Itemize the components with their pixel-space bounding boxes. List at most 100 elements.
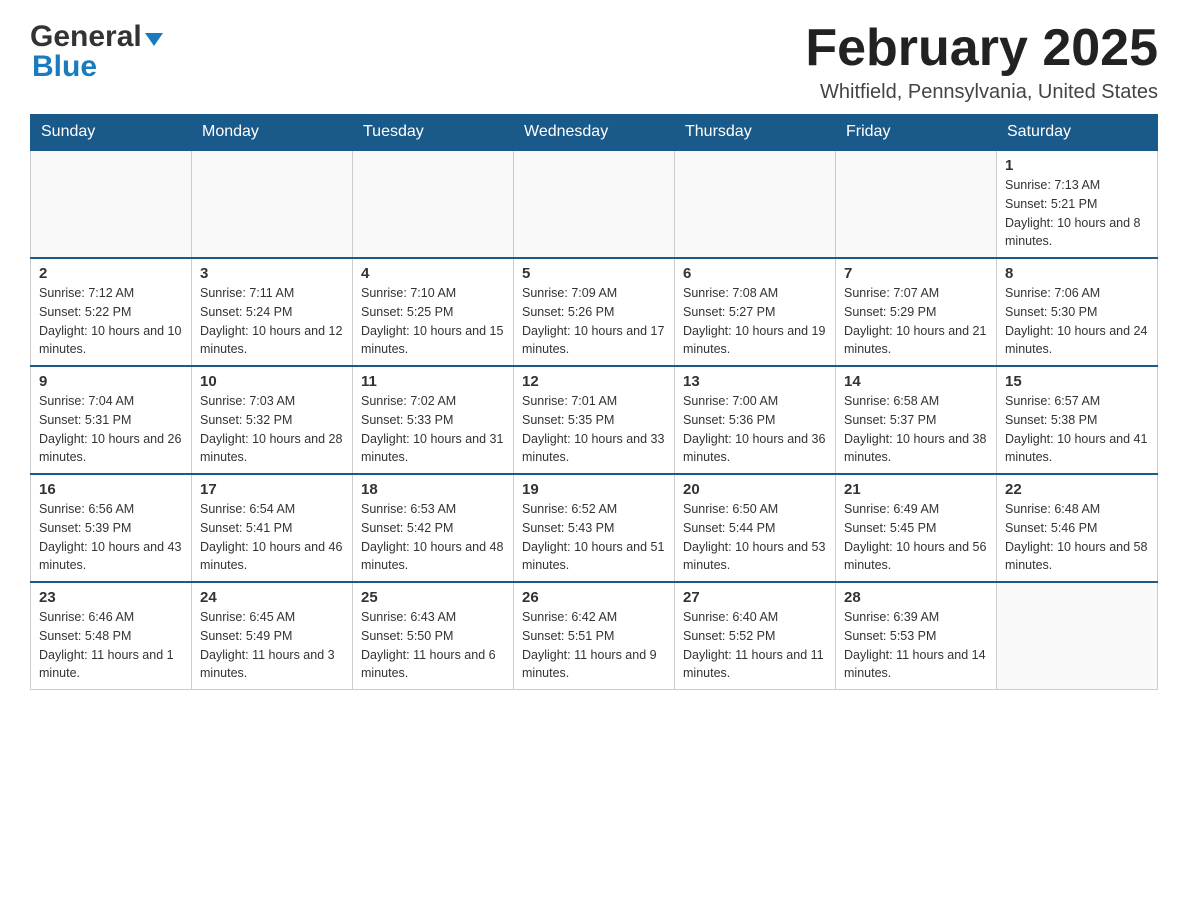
day-number: 26 bbox=[522, 589, 666, 606]
day-number: 19 bbox=[522, 481, 666, 498]
day-number: 10 bbox=[200, 373, 344, 390]
day-number: 9 bbox=[39, 373, 183, 390]
day-info: Sunrise: 6:42 AMSunset: 5:51 PMDaylight:… bbox=[522, 608, 666, 683]
day-info: Sunrise: 7:07 AMSunset: 5:29 PMDaylight:… bbox=[844, 284, 988, 359]
day-number: 24 bbox=[200, 589, 344, 606]
day-info: Sunrise: 6:48 AMSunset: 5:46 PMDaylight:… bbox=[1005, 500, 1149, 575]
calendar-cell bbox=[836, 150, 997, 258]
location: Whitfield, Pennsylvania, United States bbox=[805, 81, 1158, 104]
day-number: 3 bbox=[200, 265, 344, 282]
calendar-cell: 1 Sunrise: 7:13 AMSunset: 5:21 PMDaylight… bbox=[997, 150, 1158, 258]
calendar-cell: 24 Sunrise: 6:45 AMSunset: 5:49 PMDayligh… bbox=[192, 582, 353, 690]
calendar-cell: 11 Sunrise: 7:02 AMSunset: 5:33 PMDayligh… bbox=[353, 366, 514, 474]
calendar-cell: 10 Sunrise: 7:03 AMSunset: 5:32 PMDayligh… bbox=[192, 366, 353, 474]
calendar-cell: 17 Sunrise: 6:54 AMSunset: 5:41 PMDayligh… bbox=[192, 474, 353, 582]
calendar-cell: 19Sunrise: 6:52 AMSunset: 5:43 PMDayligh… bbox=[514, 474, 675, 582]
logo-triangle-icon bbox=[145, 33, 163, 46]
day-info: Sunrise: 7:03 AMSunset: 5:32 PMDaylight:… bbox=[200, 392, 344, 467]
day-info: Sunrise: 6:57 AMSunset: 5:38 PMDaylight:… bbox=[1005, 392, 1149, 467]
day-info: Sunrise: 6:56 AMSunset: 5:39 PMDaylight:… bbox=[39, 500, 183, 575]
day-number: 16 bbox=[39, 481, 183, 498]
day-info: Sunrise: 6:50 AMSunset: 5:44 PMDaylight:… bbox=[683, 500, 827, 575]
calendar-week-5: 23 Sunrise: 6:46 AMSunset: 5:48 PMDayligh… bbox=[31, 582, 1158, 690]
day-info: Sunrise: 7:06 AMSunset: 5:30 PMDaylight:… bbox=[1005, 284, 1149, 359]
day-info: Sunrise: 6:53 AMSunset: 5:42 PMDaylight:… bbox=[361, 500, 505, 575]
calendar-cell: 3Sunrise: 7:11 AMSunset: 5:24 PMDaylight… bbox=[192, 258, 353, 366]
weekday-header-sunday: Sunday bbox=[31, 115, 192, 151]
day-number: 7 bbox=[844, 265, 988, 282]
day-number: 25 bbox=[361, 589, 505, 606]
weekday-header-saturday: Saturday bbox=[997, 115, 1158, 151]
month-title: February 2025 bbox=[805, 20, 1158, 77]
calendar-cell: 14 Sunrise: 6:58 AMSunset: 5:37 PMDayligh… bbox=[836, 366, 997, 474]
calendar-cell: 12 Sunrise: 7:01 AMSunset: 5:35 PMDayligh… bbox=[514, 366, 675, 474]
day-number: 14 bbox=[844, 373, 988, 390]
logo-blue-text: Blue bbox=[30, 50, 97, 84]
day-info: Sunrise: 6:46 AMSunset: 5:48 PMDaylight:… bbox=[39, 608, 183, 683]
calendar-cell bbox=[353, 150, 514, 258]
calendar-cell: 6 Sunrise: 7:08 AMSunset: 5:27 PMDaylight… bbox=[675, 258, 836, 366]
day-number: 21 bbox=[844, 481, 988, 498]
day-info: Sunrise: 7:00 AMSunset: 5:36 PMDaylight:… bbox=[683, 392, 827, 467]
day-info: Sunrise: 7:12 AMSunset: 5:22 PMDaylight:… bbox=[39, 284, 183, 359]
calendar-cell: 28 Sunrise: 6:39 AMSunset: 5:53 PMDayligh… bbox=[836, 582, 997, 690]
day-number: 12 bbox=[522, 373, 666, 390]
calendar-cell: 20Sunrise: 6:50 AMSunset: 5:44 PMDayligh… bbox=[675, 474, 836, 582]
calendar-cell: 2 Sunrise: 7:12 AMSunset: 5:22 PMDaylight… bbox=[31, 258, 192, 366]
day-number: 13 bbox=[683, 373, 827, 390]
calendar-cell: 13 Sunrise: 7:00 AMSunset: 5:36 PMDayligh… bbox=[675, 366, 836, 474]
calendar-cell bbox=[997, 582, 1158, 690]
day-info: Sunrise: 6:49 AMSunset: 5:45 PMDaylight:… bbox=[844, 500, 988, 575]
day-info: Sunrise: 6:40 AMSunset: 5:52 PMDaylight:… bbox=[683, 608, 827, 683]
day-number: 4 bbox=[361, 265, 505, 282]
title-section: February 2025 Whitfield, Pennsylvania, U… bbox=[805, 20, 1158, 104]
day-number: 6 bbox=[683, 265, 827, 282]
calendar-week-2: 2 Sunrise: 7:12 AMSunset: 5:22 PMDaylight… bbox=[31, 258, 1158, 366]
weekday-header-tuesday: Tuesday bbox=[353, 115, 514, 151]
day-number: 23 bbox=[39, 589, 183, 606]
calendar-cell: 27 Sunrise: 6:40 AMSunset: 5:52 PMDayligh… bbox=[675, 582, 836, 690]
day-number: 8 bbox=[1005, 265, 1149, 282]
calendar-cell: 15Sunrise: 6:57 AMSunset: 5:38 PMDayligh… bbox=[997, 366, 1158, 474]
calendar-cell: 21 Sunrise: 6:49 AMSunset: 5:45 PMDayligh… bbox=[836, 474, 997, 582]
calendar-cell: 8 Sunrise: 7:06 AMSunset: 5:30 PMDaylight… bbox=[997, 258, 1158, 366]
calendar-week-1: 1 Sunrise: 7:13 AMSunset: 5:21 PMDaylight… bbox=[31, 150, 1158, 258]
day-info: Sunrise: 7:02 AMSunset: 5:33 PMDaylight:… bbox=[361, 392, 505, 467]
day-info: Sunrise: 7:10 AMSunset: 5:25 PMDaylight:… bbox=[361, 284, 505, 359]
calendar-cell: 22 Sunrise: 6:48 AMSunset: 5:46 PMDayligh… bbox=[997, 474, 1158, 582]
calendar-cell: 5Sunrise: 7:09 AMSunset: 5:26 PMDaylight… bbox=[514, 258, 675, 366]
logo: General Blue bbox=[30, 20, 163, 84]
day-number: 2 bbox=[39, 265, 183, 282]
calendar-week-4: 16 Sunrise: 6:56 AMSunset: 5:39 PMDayligh… bbox=[31, 474, 1158, 582]
day-number: 11 bbox=[361, 373, 505, 390]
weekday-header-thursday: Thursday bbox=[675, 115, 836, 151]
calendar-cell: 16 Sunrise: 6:56 AMSunset: 5:39 PMDayligh… bbox=[31, 474, 192, 582]
day-info: Sunrise: 6:54 AMSunset: 5:41 PMDaylight:… bbox=[200, 500, 344, 575]
day-number: 17 bbox=[200, 481, 344, 498]
day-info: Sunrise: 7:01 AMSunset: 5:35 PMDaylight:… bbox=[522, 392, 666, 467]
day-number: 5 bbox=[522, 265, 666, 282]
day-number: 28 bbox=[844, 589, 988, 606]
calendar-table: SundayMondayTuesdayWednesdayThursdayFrid… bbox=[30, 114, 1158, 690]
day-info: Sunrise: 7:04 AMSunset: 5:31 PMDaylight:… bbox=[39, 392, 183, 467]
day-number: 1 bbox=[1005, 157, 1149, 174]
calendar-cell: 9 Sunrise: 7:04 AMSunset: 5:31 PMDaylight… bbox=[31, 366, 192, 474]
weekday-header-wednesday: Wednesday bbox=[514, 115, 675, 151]
day-info: Sunrise: 6:39 AMSunset: 5:53 PMDaylight:… bbox=[844, 608, 988, 683]
calendar-cell: 23 Sunrise: 6:46 AMSunset: 5:48 PMDayligh… bbox=[31, 582, 192, 690]
calendar-cell: 7 Sunrise: 7:07 AMSunset: 5:29 PMDaylight… bbox=[836, 258, 997, 366]
day-info: Sunrise: 6:45 AMSunset: 5:49 PMDaylight:… bbox=[200, 608, 344, 683]
day-number: 22 bbox=[1005, 481, 1149, 498]
page-header: General Blue February 2025 Whitfield, Pe… bbox=[30, 20, 1158, 104]
calendar-cell: 26 Sunrise: 6:42 AMSunset: 5:51 PMDayligh… bbox=[514, 582, 675, 690]
day-number: 18 bbox=[361, 481, 505, 498]
day-number: 27 bbox=[683, 589, 827, 606]
day-info: Sunrise: 6:43 AMSunset: 5:50 PMDaylight:… bbox=[361, 608, 505, 683]
day-info: Sunrise: 7:08 AMSunset: 5:27 PMDaylight:… bbox=[683, 284, 827, 359]
calendar-cell bbox=[31, 150, 192, 258]
day-info: Sunrise: 7:13 AMSunset: 5:21 PMDaylight:… bbox=[1005, 176, 1149, 251]
calendar-week-3: 9 Sunrise: 7:04 AMSunset: 5:31 PMDaylight… bbox=[31, 366, 1158, 474]
calendar-cell: 4 Sunrise: 7:10 AMSunset: 5:25 PMDaylight… bbox=[353, 258, 514, 366]
day-info: Sunrise: 6:58 AMSunset: 5:37 PMDaylight:… bbox=[844, 392, 988, 467]
logo-general-text: General bbox=[30, 20, 142, 54]
